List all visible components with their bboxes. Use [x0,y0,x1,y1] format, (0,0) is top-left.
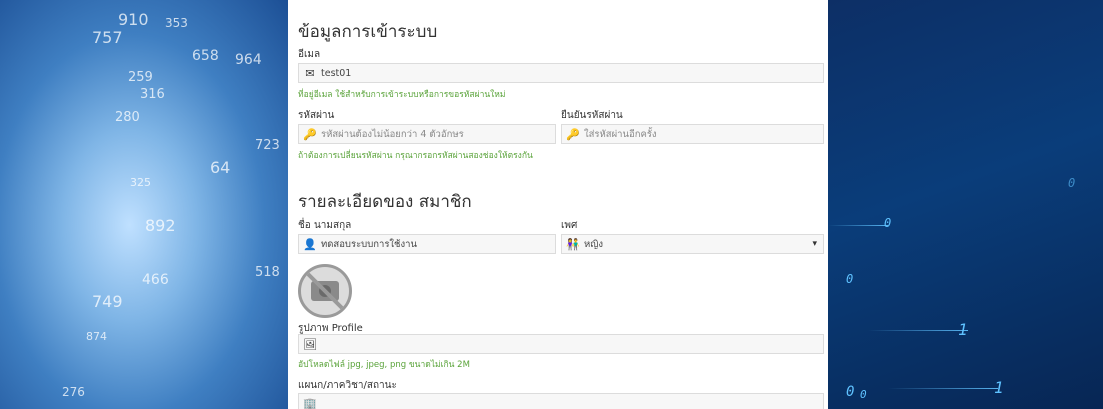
email-field[interactable]: ✉ test01 [298,63,824,83]
bg-number: 723 [255,138,280,153]
bg-number: 757 [92,28,123,47]
confirm-password-field[interactable]: 🔑 ใส่รหัสผ่านอีกครั้ง [561,124,824,144]
bg-number: 874 [86,330,107,343]
chevron-down-icon: ▾ [812,239,817,249]
confirm-password-placeholder: ใส่รหัสผ่านอีกครั้ง [584,128,657,140]
department-field[interactable]: 🏢 [298,393,824,409]
profile-image-placeholder [298,264,352,318]
bg-number: 658 [192,48,219,64]
left-background-image: 910 353 757 658 964 259 316 280 723 64 3… [0,0,288,409]
key-icon: 🔑 [566,127,580,141]
bg-number: 910 [118,10,149,29]
gender-select[interactable]: 👫 หญิง ▾ [561,234,824,254]
key-icon: 🔑 [303,127,317,141]
department-label: แผนก/ภาควิชา/สถานะ [298,380,397,391]
upload-help-text: อัปโหลดไฟล์ jpg, jpeg, png ขนาดไม่เกิน 2… [298,360,470,370]
bg-number: 276 [62,385,85,399]
confirm-password-label: ยืนยันรหัสผ่าน [561,110,623,121]
email-label: อีเมล [298,49,321,60]
registration-form-panel: ข้อมูลการเข้าระบบ อีเมล ✉ test01 ที่อยู่… [288,0,828,409]
bg-digit: 0 [846,384,855,400]
bg-number: 64 [210,158,231,177]
bg-number: 280 [115,110,140,125]
name-label: ชื่อ นามสกุล [298,220,352,231]
fullname-field[interactable]: 👤 ทดสอบระบบการใช้งาน [298,234,556,254]
bg-number: 259 [128,70,153,85]
bg-number: 892 [145,216,176,235]
image-file-icon: 🖼 [303,337,317,351]
member-section-title: รายละเอียดของ สมาชิก [298,192,472,212]
bg-number: 353 [165,16,188,30]
bg-digit: 0 [1068,176,1076,190]
bg-digit: 0 [884,216,892,230]
bg-number: 466 [142,272,169,288]
bg-digit: 0 [846,272,854,286]
password-label: รหัสผ่าน [298,110,335,121]
email-value: test01 [321,67,352,79]
profile-upload-field[interactable]: 🖼 [298,334,824,354]
login-section-title: ข้อมูลการเข้าระบบ [298,22,438,42]
gender-label: เพศ [561,220,578,231]
gender-icon: 👫 [566,237,580,251]
email-help-text: ที่อยู่อีเมล ใช้สำหรับการเข้าระบบหรือการ… [298,90,506,100]
bg-digit: 0 [860,388,867,401]
right-background-image: 0 0 0 1 1 0 0 [828,0,1103,409]
gender-value: หญิง [584,238,603,250]
password-help-text: ถ้าต้องการเปลี่ยนรหัสผ่าน กรุณากรอกรหัสผ… [298,151,533,161]
bg-number: 518 [255,265,280,280]
envelope-icon: ✉ [305,66,315,80]
password-field[interactable]: 🔑 รหัสผ่านต้องไม่น้อยกว่า 4 ตัวอักษร [298,124,556,144]
password-placeholder: รหัสผ่านต้องไม่น้อยกว่า 4 ตัวอักษร [321,128,464,140]
bg-number: 325 [130,176,151,189]
building-icon: 🏢 [303,396,317,409]
bg-number: 749 [92,292,123,311]
no-image-icon [305,271,345,311]
bg-number: 964 [235,52,262,68]
user-icon: 👤 [303,237,317,251]
fullname-value: ทดสอบระบบการใช้งาน [321,238,417,250]
bg-number: 316 [140,87,165,102]
